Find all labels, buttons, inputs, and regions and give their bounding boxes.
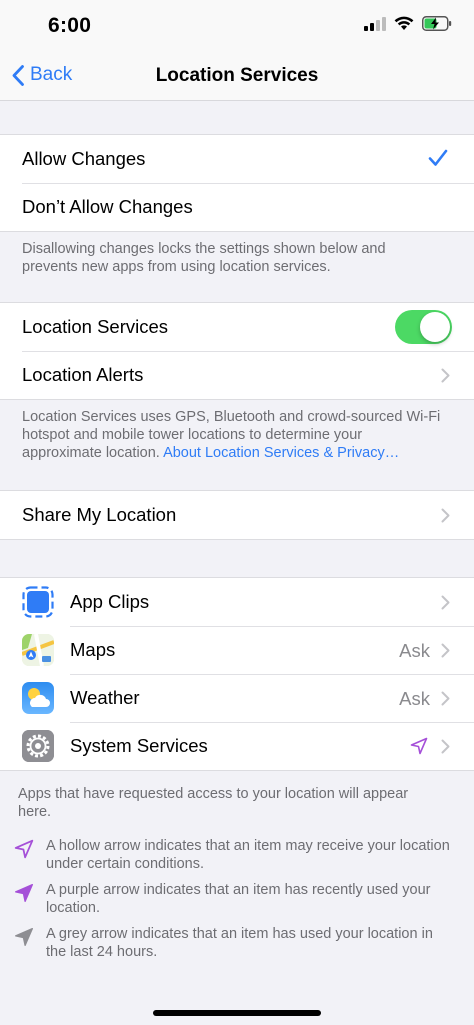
purple-arrow-icon [15, 884, 33, 902]
hollow-purple-arrow-icon [410, 737, 428, 755]
app-row-app-clips[interactable]: App Clips [0, 578, 474, 626]
location-services-footnote: Location Services uses GPS, Bluetooth an… [22, 408, 442, 462]
chevron-right-icon [441, 595, 450, 610]
location-services-label: Location Services [22, 316, 169, 337]
location-alerts-label: Location Alerts [22, 364, 144, 385]
allow-changes-row[interactable]: Allow Changes [0, 135, 474, 183]
hollow-arrow-icon [14, 839, 34, 859]
home-indicator[interactable] [153, 1010, 321, 1016]
weather-icon [22, 682, 54, 714]
allow-changes-group: Allow Changes Don’t Allow Changes [0, 134, 474, 232]
apps-group: App Clips Maps Ask Weather Ask System Se… [0, 577, 474, 771]
location-services-row: Location Services [0, 303, 474, 351]
navigation-bar: Back Location Services [0, 54, 474, 101]
gear-icon [22, 730, 54, 762]
app-label: Maps [70, 639, 116, 660]
about-location-privacy-link[interactable]: About Location Services & Privacy… [163, 445, 399, 461]
app-clips-icon [22, 586, 54, 618]
app-label: System Services [70, 735, 208, 756]
share-my-location-label: Share My Location [22, 504, 177, 525]
app-label: Weather [70, 687, 140, 708]
legend-text: A hollow arrow indicates that an item ma… [46, 838, 450, 872]
chevron-right-icon [441, 368, 450, 383]
allow-changes-label: Allow Changes [22, 148, 146, 169]
dont-allow-changes-label: Don’t Allow Changes [22, 196, 193, 217]
share-location-group: Share My Location [0, 490, 474, 540]
legend-text: A purple arrow indicates that an item ha… [46, 882, 431, 916]
wifi-icon [394, 16, 414, 30]
cellular-signal-icon [364, 16, 386, 31]
chevron-right-icon [441, 739, 450, 754]
status-icons [364, 16, 452, 31]
toggle-knob [420, 312, 450, 342]
app-row-maps[interactable]: Maps Ask [0, 626, 474, 674]
maps-icon [22, 634, 54, 666]
share-my-location-row[interactable]: Share My Location [0, 491, 474, 539]
permission-value: Ask [399, 688, 430, 709]
grey-arrow-icon [15, 928, 33, 946]
status-bar: 6:00 [0, 0, 474, 54]
allow-changes-footnote: Disallowing changes locks the settings s… [22, 241, 386, 275]
page-title: Location Services [155, 65, 319, 86]
chevron-right-icon [441, 643, 450, 658]
location-services-toggle[interactable] [395, 310, 452, 344]
app-row-system-services[interactable]: System Services [0, 722, 474, 770]
apps-footnote: Apps that have requested access to your … [18, 786, 409, 820]
location-services-group: Location Services Location Alerts [0, 302, 474, 400]
chevron-right-icon [441, 691, 450, 706]
status-time: 6:00 [48, 14, 92, 37]
chevron-right-icon [441, 508, 450, 523]
legend-text: A grey arrow indicates that an item has … [46, 926, 433, 960]
app-row-weather[interactable]: Weather Ask [0, 674, 474, 722]
permission-value: Ask [399, 640, 430, 661]
battery-charging-icon [422, 16, 452, 31]
app-label: App Clips [70, 591, 150, 612]
checkmark-icon [428, 149, 448, 166]
dont-allow-changes-row[interactable]: Don’t Allow Changes [0, 183, 474, 231]
location-alerts-row[interactable]: Location Alerts [0, 351, 474, 399]
